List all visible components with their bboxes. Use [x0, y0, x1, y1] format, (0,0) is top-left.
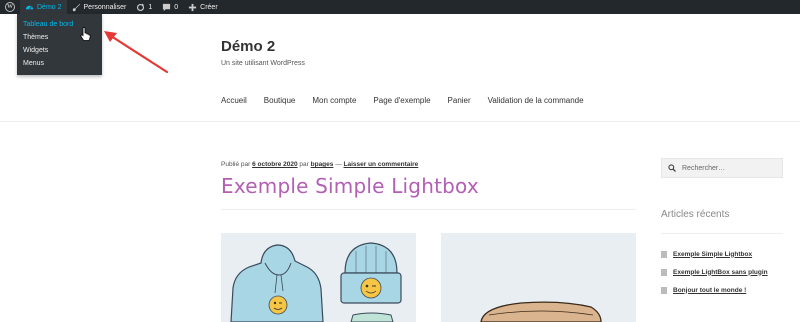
document-icon — [661, 250, 667, 258]
updates-button[interactable]: 1 — [131, 0, 157, 14]
dashboard-icon — [25, 5, 34, 10]
customize-button[interactable]: Personnaliser — [67, 0, 132, 14]
recent-posts-title: Articles récents — [661, 209, 730, 220]
updates-count: 1 — [148, 3, 153, 11]
primary-navigation: Accueil Boutique Mon compte Page d'exemp… — [221, 96, 601, 105]
document-icon — [661, 286, 667, 294]
dropdown-item-menus[interactable]: Menus — [17, 57, 102, 70]
post-meta-separator: — — [333, 161, 344, 168]
nav-item-cart[interactable]: Panier — [448, 96, 471, 105]
nav-item-home[interactable]: Accueil — [221, 96, 247, 105]
sidebar-divider — [661, 233, 783, 234]
recent-post-link[interactable]: Exemple LightBox sans plugin — [673, 269, 768, 276]
site-name-label: Démo 2 — [37, 3, 62, 11]
recent-post-item[interactable]: Exemple Simple Lightbox — [661, 245, 768, 263]
nav-item-shop[interactable]: Boutique — [264, 96, 296, 105]
recent-post-item[interactable]: Bonjour tout le monde ! — [661, 281, 768, 299]
wordpress-icon: W — [5, 2, 15, 12]
nav-item-sample-page[interactable]: Page d'exemple — [373, 96, 430, 105]
product-image-accessory[interactable] — [441, 233, 636, 322]
site-title[interactable]: Démo 2 — [221, 38, 275, 55]
new-content-button[interactable]: Créer — [183, 0, 223, 14]
search-placeholder: Rechercher… — [682, 164, 726, 172]
plus-icon — [189, 3, 197, 11]
post-date-link[interactable]: 6 octobre 2020 — [252, 161, 298, 168]
recent-post-item[interactable]: Exemple LightBox sans plugin — [661, 263, 768, 281]
comments-button[interactable]: 0 — [157, 0, 183, 14]
post-meta: Publié par 6 octobre 2020 par bpages — L… — [221, 161, 418, 168]
document-icon — [661, 268, 667, 276]
site-name-dropdown: Tableau de bord Thèmes Widgets Menus — [17, 14, 102, 75]
hoodie-beanie-illustration — [230, 242, 402, 322]
accessory-illustration — [480, 301, 602, 322]
nav-item-account[interactable]: Mon compte — [312, 96, 356, 105]
brush-icon — [72, 3, 80, 11]
nav-item-checkout[interactable]: Validation de la commande — [488, 96, 584, 105]
recent-post-link[interactable]: Exemple Simple Lightbox — [673, 251, 752, 258]
search-field[interactable]: Rechercher… — [661, 158, 783, 178]
post-title[interactable]: Exemple Simple Lightbox — [221, 174, 479, 198]
site-name-menu[interactable]: Démo 2 — [20, 0, 67, 14]
admin-bar: W Démo 2 Personnaliser 1 0 Créer — [0, 0, 800, 14]
product-image-hoodie-beanie[interactable] — [221, 233, 416, 322]
post-meta-prefix: Publié par — [221, 161, 253, 168]
recent-posts-list: Exemple Simple Lightbox Exemple LightBox… — [661, 245, 768, 299]
site-tagline: Un site utilisant WordPress — [221, 60, 305, 67]
header-divider — [0, 121, 800, 122]
post-meta-by: par — [297, 161, 311, 168]
hand-cursor-icon — [80, 27, 91, 41]
wordpress-logo-button[interactable]: W — [0, 0, 20, 14]
new-content-label: Créer — [200, 3, 218, 11]
comment-icon — [163, 3, 171, 11]
post-divider — [221, 209, 636, 210]
recent-post-link[interactable]: Bonjour tout le monde ! — [673, 287, 746, 294]
leave-comment-link[interactable]: Laisser un commentaire — [344, 161, 419, 168]
dropdown-item-widgets[interactable]: Widgets — [17, 44, 102, 57]
search-icon — [668, 164, 676, 172]
updates-icon — [137, 2, 145, 11]
customize-label: Personnaliser — [83, 3, 127, 11]
post-author-link[interactable]: bpages — [311, 161, 334, 168]
comments-count: 0 — [174, 3, 179, 11]
